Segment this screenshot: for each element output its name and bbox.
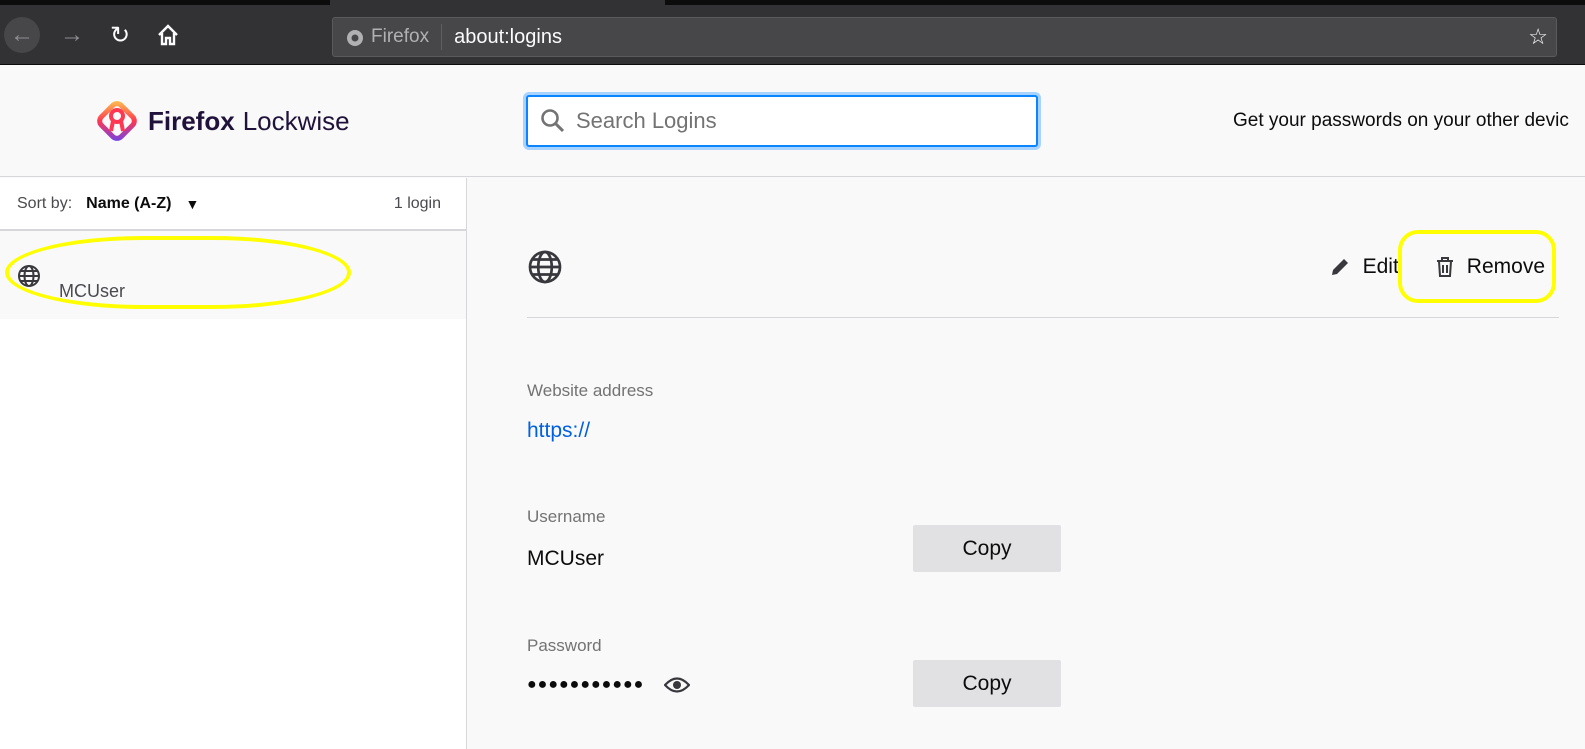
forward-button[interactable]: → [54, 17, 90, 53]
firefox-icon [347, 30, 363, 46]
password-field: ●●●●●●●●●●● [527, 676, 691, 694]
sort-select[interactable]: Name (A-Z) [86, 195, 171, 213]
eye-icon[interactable] [664, 676, 691, 694]
identity-label: Firefox [371, 26, 430, 47]
globe-icon [528, 250, 562, 284]
lockwise-logo-icon [97, 101, 137, 141]
website-link[interactable]: https:// [527, 419, 590, 443]
username-label: Username [527, 507, 606, 526]
password-label: Password [527, 636, 602, 655]
search-box[interactable] [526, 95, 1038, 147]
copy-password-button[interactable]: Copy [913, 660, 1061, 707]
url-bar[interactable]: Firefox about:logins ☆ [332, 17, 1557, 57]
mobile-promo-text[interactable]: Get your passwords on your other devic [1233, 110, 1569, 132]
copy-username-button[interactable]: Copy [913, 525, 1061, 572]
divider [527, 317, 1559, 318]
remove-label: Remove [1466, 255, 1545, 278]
home-icon [158, 24, 178, 46]
brand-lockwise: Lockwise [242, 105, 350, 136]
username-value: MCUser [527, 547, 604, 570]
page-header: Firefox Lockwise Get your passwords on y… [0, 66, 1585, 177]
pencil-icon [1331, 259, 1348, 275]
password-value: ●●●●●●●●●●● [527, 676, 645, 693]
edit-label: Edit [1362, 255, 1399, 278]
brand-firefox: Firefox [148, 105, 235, 136]
browser-toolbar: ← → ↻ Firefox about:logins ☆ [0, 5, 1585, 65]
arrow-right-icon: → [60, 21, 84, 48]
login-count: 1 login [393, 194, 441, 212]
identity-box[interactable]: Firefox [333, 24, 443, 50]
home-button[interactable] [150, 17, 186, 53]
chevron-down-icon[interactable]: ▼ [185, 196, 199, 212]
bookmark-star-icon[interactable]: ☆ [1528, 24, 1548, 50]
reload-button[interactable]: ↻ [102, 17, 138, 53]
login-username: MCUser [59, 281, 125, 301]
arrow-left-icon: ← [10, 21, 34, 48]
trash-icon [1436, 257, 1453, 277]
back-button[interactable]: ← [4, 17, 40, 53]
website-label: Website address [527, 381, 654, 400]
lockwise-logo: Firefox Lockwise [94, 98, 350, 144]
reload-icon: ↻ [109, 21, 131, 49]
search-icon [541, 109, 565, 133]
login-list-item[interactable]: MCUser [0, 231, 466, 319]
login-list-sidebar: Sort by: Name (A-Z) ▼ 1 login MCUser [0, 178, 467, 749]
url-text[interactable]: about:logins [442, 26, 562, 49]
sort-bar: Sort by: Name (A-Z) ▼ 1 login [0, 178, 466, 231]
edit-button[interactable]: Edit [1329, 255, 1399, 279]
sort-label: Sort by: [17, 194, 73, 212]
detail-actions: Edit Remove [1329, 255, 1545, 279]
search-input[interactable] [576, 108, 1016, 134]
login-detail: Edit Remove Website address https:// Use… [468, 178, 1585, 749]
remove-button[interactable]: Remove [1435, 255, 1545, 279]
globe-icon [18, 265, 40, 287]
